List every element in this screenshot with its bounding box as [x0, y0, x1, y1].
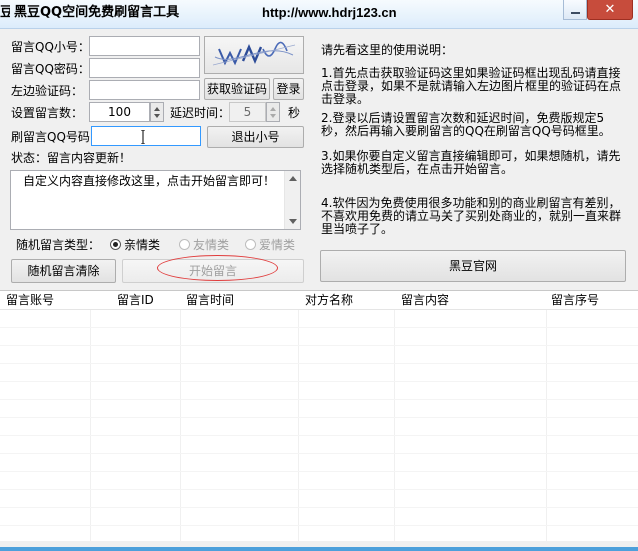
get-captcha-button[interactable]: 获取验证码	[204, 78, 270, 100]
start-button[interactable]: 开始留言	[122, 259, 304, 283]
column-header[interactable]: 留言内容	[401, 292, 449, 308]
password-input[interactable]	[89, 58, 200, 78]
logout-button[interactable]: 退出小号	[207, 126, 304, 148]
official-site-button[interactable]: 黑豆官网	[320, 250, 626, 282]
instruction-step-2: 2.登录以后请设置留言次数和延迟时间，免费版规定5秒，然后再输入要刷留言的QQ在…	[321, 111, 611, 138]
random-type-label: 随机留言类型：	[16, 238, 101, 252]
delay-label: 延迟时间：	[170, 106, 231, 120]
target-qq-label: 刷留言QQ号码：	[11, 130, 102, 144]
table-header: 留言账号 留言ID 留言时间 对方名称 留言内容 留言序号	[0, 291, 638, 310]
scroll-up-icon	[289, 176, 297, 181]
column-header[interactable]: 留言账号	[6, 292, 54, 308]
clear-random-button[interactable]: 随机留言清除	[11, 259, 116, 283]
status-text: 状态：留言内容更新！	[11, 151, 132, 165]
qq-label: 留言QQ小号：	[11, 40, 90, 54]
spinner-down-icon	[270, 114, 276, 118]
radio-family[interactable]: 亲情类	[110, 237, 160, 253]
radio-love[interactable]: 爱情类	[245, 237, 295, 253]
column-header[interactable]: 留言序号	[551, 292, 599, 308]
column-header[interactable]: 留言ID	[117, 292, 154, 308]
title-bar[interactable]: 豆 黑豆QQ空间免费刷留言工具 http://www.hdrj123.cn ✕	[0, 0, 638, 29]
message-textarea[interactable]: 自定义内容直接修改这里，点击开始留言即可！	[10, 170, 301, 230]
radio-empty-icon	[245, 239, 256, 250]
captcha-label: 左边验证码：	[11, 84, 84, 98]
count-label: 设置留言数：	[11, 106, 84, 120]
delay-spinner[interactable]	[266, 102, 280, 122]
minimize-button[interactable]	[563, 0, 587, 20]
spinner-down-icon	[154, 114, 160, 118]
close-button[interactable]: ✕	[587, 0, 633, 20]
minimize-icon	[571, 12, 580, 14]
instructions-heading: 请先看这里的使用说明：	[321, 43, 454, 57]
message-table[interactable]: 留言账号 留言ID 留言时间 对方名称 留言内容 留言序号	[0, 290, 638, 542]
qq-input[interactable]	[89, 36, 200, 56]
count-spinner[interactable]	[150, 102, 164, 122]
radio-friendship[interactable]: 友情类	[179, 237, 229, 253]
app-icon: 豆	[0, 5, 10, 20]
password-label: 留言QQ密码：	[11, 62, 90, 76]
spinner-up-icon	[270, 107, 276, 111]
delay-input[interactable]: 5	[229, 102, 266, 122]
scroll-down-icon	[289, 219, 297, 224]
message-content: 自定义内容直接修改这里，点击开始留言即可！	[23, 174, 276, 188]
app-window: 豆 黑豆QQ空间免费刷留言工具 http://www.hdrj123.cn ✕ …	[0, 0, 638, 551]
count-input[interactable]: 100	[89, 102, 150, 122]
taskbar-strip	[0, 547, 638, 551]
column-header[interactable]: 留言时间	[186, 292, 234, 308]
message-scrollbar[interactable]	[284, 171, 300, 229]
text-cursor-icon	[141, 130, 145, 144]
captcha-image[interactable]	[204, 36, 304, 74]
instruction-step-1: 1.首先点击获取验证码这里如果验证码框出现乱码请直接点击登录，如果不是就请输入左…	[321, 66, 622, 106]
delay-unit: 秒	[288, 106, 301, 120]
radio-empty-icon	[179, 239, 190, 250]
column-header[interactable]: 对方名称	[305, 292, 353, 308]
login-button[interactable]: 登录	[273, 78, 304, 100]
instruction-step-4: 4.软件因为免费使用很多功能和别的商业刷留言有差别，不喜欢用免费的请立马关了买别…	[321, 196, 622, 236]
window-url: http://www.hdrj123.cn	[262, 5, 397, 20]
target-qq-input[interactable]	[91, 126, 201, 146]
captcha-input[interactable]	[89, 80, 200, 100]
close-icon: ✕	[604, 2, 616, 17]
captcha-graphic	[212, 41, 296, 66]
spinner-up-icon	[154, 107, 160, 111]
radio-selected-icon	[110, 239, 121, 250]
window-title: 黑豆QQ空间免费刷留言工具	[14, 5, 180, 20]
instruction-step-3: 3.如果你要自定义留言直接编辑即可，如果想随机，请先选择随机类型后，在点击开始留…	[321, 149, 621, 176]
